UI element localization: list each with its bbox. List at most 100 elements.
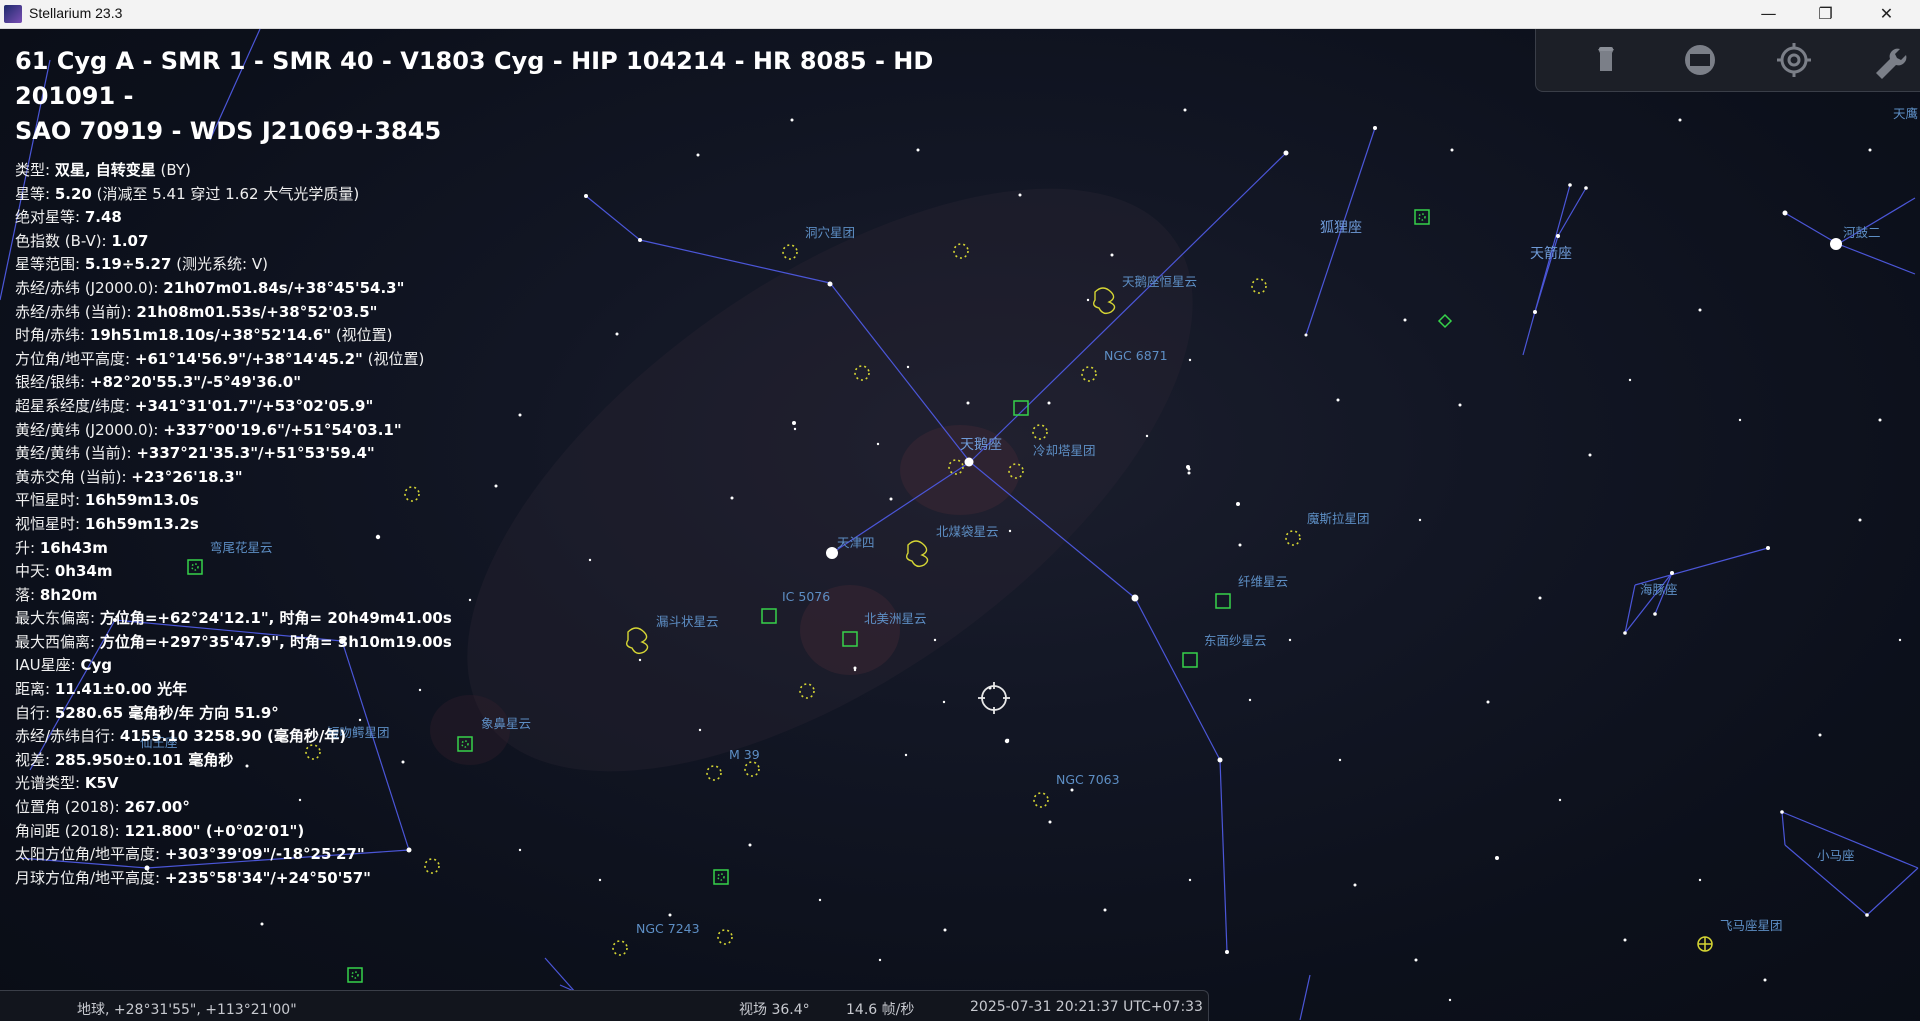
info-line: 落: 8h20m [15,584,1005,608]
info-line-value: +303°39'09"/-18°25'27" [164,845,365,864]
info-line-value: 双星, 自转变星 [54,161,156,179]
label-aquila: 天鹰 [1893,106,1918,121]
top-right-toolbar [1535,29,1920,92]
info-line-value: 16h59m13.0s [84,491,199,510]
info-line-value: 5280.65 毫角秒/年 方向 51.9° [54,703,279,722]
info-line-label: 银经/银纬: [15,373,90,392]
info-line-label: 时角/赤纬: [15,326,90,345]
info-line-value: Cyg [80,656,113,675]
info-line-label: 自行: [15,703,55,722]
status-location[interactable]: 地球, +28°31'55", +113°21'00" [77,999,297,1019]
info-line-value: +341°31'01.7"/+53°02'05.9" [134,396,374,415]
info-line-value: 16h43m [39,538,108,557]
info-line: 月球方位角/地平高度: +235°58'34"/+24°50'57" [15,867,1005,891]
label-ngc6871: NGC 6871 [1104,348,1168,363]
label-ngc7243: NGC 7243 [636,921,700,936]
info-line: 太阳方位角/地平高度: +303°39'09"/-18°25'27" [15,843,1005,867]
info-line: 黄经/黄纬 (当前): +337°21'35.3"/+51°53'59.4" [15,442,1005,466]
info-line-value: +23°26'18.3" [131,467,243,486]
info-line-value: +337°21'35.3"/+51°53'59.4" [136,444,375,463]
info-line: 黄赤交角 (当前): +23°26'18.3" [15,466,1005,490]
minimize-button[interactable]: — [1740,0,1797,28]
object-info-lines: 类型: 双星, 自转变星 (BY) 星等: 5.20 (消减至 5.41 穿过 1… [15,159,1005,890]
info-line-value: 267.00° [124,798,190,817]
info-line: 距离: 11.41±0.00 光年 [15,678,1005,702]
info-line: 色指数 (B-V): 1.07 [15,230,1005,254]
info-line: 视差: 285.950±0.101 毫角秒 [15,749,1005,773]
info-line: IAU星座: Cyg [15,654,1005,678]
info-line-label: 色指数 (B-V): [15,231,112,250]
info-line-value: 5.20 [54,184,92,203]
info-line: 绝对星等: 7.48 [15,206,1005,230]
label-crescent: 天鹅座恒星云 [1122,274,1197,289]
info-line: 位置角 (2018): 267.00° [15,796,1005,820]
info-line-label: 光谱类型: [15,774,85,793]
label-vulpecula: 狐狸座 [1320,220,1362,236]
info-line-label: 视恒星时: [15,514,85,533]
info-line-label: 位置角 (2018): [15,798,125,817]
info-line-label: 星等: [15,184,55,203]
info-line-label: 黄经/黄纬 (当前): [15,444,137,463]
wrench-icon[interactable] [1868,41,1908,79]
status-bar: 地球, +28°31'55", +113°21'00" 视场 36.4° 14.… [0,990,1209,1021]
info-line: 时角/赤纬: 19h51m18.10s/+38°52'14.6" (视位置) [15,324,1005,348]
close-button[interactable]: ✕ [1858,0,1915,28]
info-line-value: +82°20'55.3"/-5°49'36.0" [89,373,302,392]
target-icon[interactable] [1774,41,1814,79]
info-line-value: 7.48 [84,208,122,227]
info-line-value: 方位角=+62°24'12.1", 时角= 20h49m41.00s [99,609,452,628]
info-line-label: 赤经/赤纬 (当前): [15,302,137,321]
info-line-label: 距离: [15,680,55,699]
info-line: 银经/银纬: +82°20'55.3"/-5°49'36.0" [15,371,1005,395]
info-line-label: 方位角/地平高度: [15,349,135,368]
label-pegasus-cluster: 飞马座星团 [1720,918,1783,933]
info-line-label: 赤经/赤纬 (J2000.0): [15,278,164,297]
info-line-value: 方位角=+297°35'47.9", 时角= 3h10m19.00s [99,632,452,651]
info-line-label: IAU星座: [15,656,81,675]
info-line-label: 超星系经度/纬度: [15,396,135,415]
label-cooling-tower: 冷却塔星团 [1033,443,1096,458]
info-line: 光谱类型: K5V [15,772,1005,796]
info-line-label: 赤经/赤纬自行: [15,727,120,746]
title-bar: Stellarium 23.3 — ❐ ✕ [0,0,1920,29]
info-line-value: 8h20m [39,585,98,604]
info-line-label: 视差: [15,750,55,769]
info-line: 升: 16h43m [15,537,1005,561]
info-line-label: 月球方位角/地平高度: [15,868,165,887]
info-line-value: 121.800" (+0°02'01") [124,821,305,840]
info-line: 超星系经度/纬度: +341°31'01.7"/+53°02'05.9" [15,395,1005,419]
label-ngc7063: NGC 7063 [1056,772,1120,787]
status-fps: 14.6 帧/秒 [846,1002,915,1018]
info-line-value: 5.19÷5.27 [84,255,172,274]
ocular-icon[interactable] [1586,41,1626,79]
info-line-value: 1.07 [111,231,149,250]
star-altair[interactable] [1830,238,1842,250]
info-line: 方位角/地平高度: +61°14'56.9"/+38°14'45.2" (视位置… [15,348,1005,372]
info-line-value: +235°58'34"/+24°50'57" [164,868,372,887]
status-datetime[interactable]: 2025-07-31 20:21:37 UTC+07:33 [970,999,1203,1015]
info-line-value: K5V [84,774,119,793]
info-line-label: 升: [15,538,40,557]
info-line: 最大西偏离: 方位角=+297°35'47.9", 时角= 3h10m19.00… [15,631,1005,655]
window-title: Stellarium 23.3 [29,5,123,21]
label-equuleus: 小马座 [1817,848,1855,863]
info-line-value: 11.41±0.00 光年 [54,680,188,699]
object-info-panel: 61 Cyg A - SMR 1 - SMR 40 - V1803 Cyg - … [15,44,1005,890]
info-line: 赤经/赤纬 (J2000.0): 21h07m01.84s/+38°45'54.… [15,277,1005,301]
screen-icon[interactable] [1680,41,1720,79]
info-line-value: +61°14'56.9"/+38°14'45.2" [134,349,363,368]
info-line-label: 绝对星等: [15,208,85,227]
info-line-value: 4155.10 3258.90 (毫角秒/年) [119,727,347,746]
info-line-label: 最大西偏离: [15,632,100,651]
info-line-extra: (BY) [155,161,191,179]
object-designations-line2: SAO 70919 - WDS J21069+3845 [15,117,442,145]
label-veil-east: 东面纱星云 [1204,633,1267,648]
info-line-value: 16h59m13.2s [84,514,199,533]
label-mu-cluster: 魔斯拉星团 [1307,511,1370,526]
info-line-label: 黄赤交角 (当前): [15,467,132,486]
restore-button[interactable]: ❐ [1797,0,1854,28]
info-line-value: 0h34m [54,562,113,581]
info-line: 黄经/黄纬 (J2000.0): +337°00'19.6"/+51°54'03… [15,419,1005,443]
info-line-extra: (视位置) [362,349,425,368]
info-line-label: 角间距 (2018): [15,821,125,840]
